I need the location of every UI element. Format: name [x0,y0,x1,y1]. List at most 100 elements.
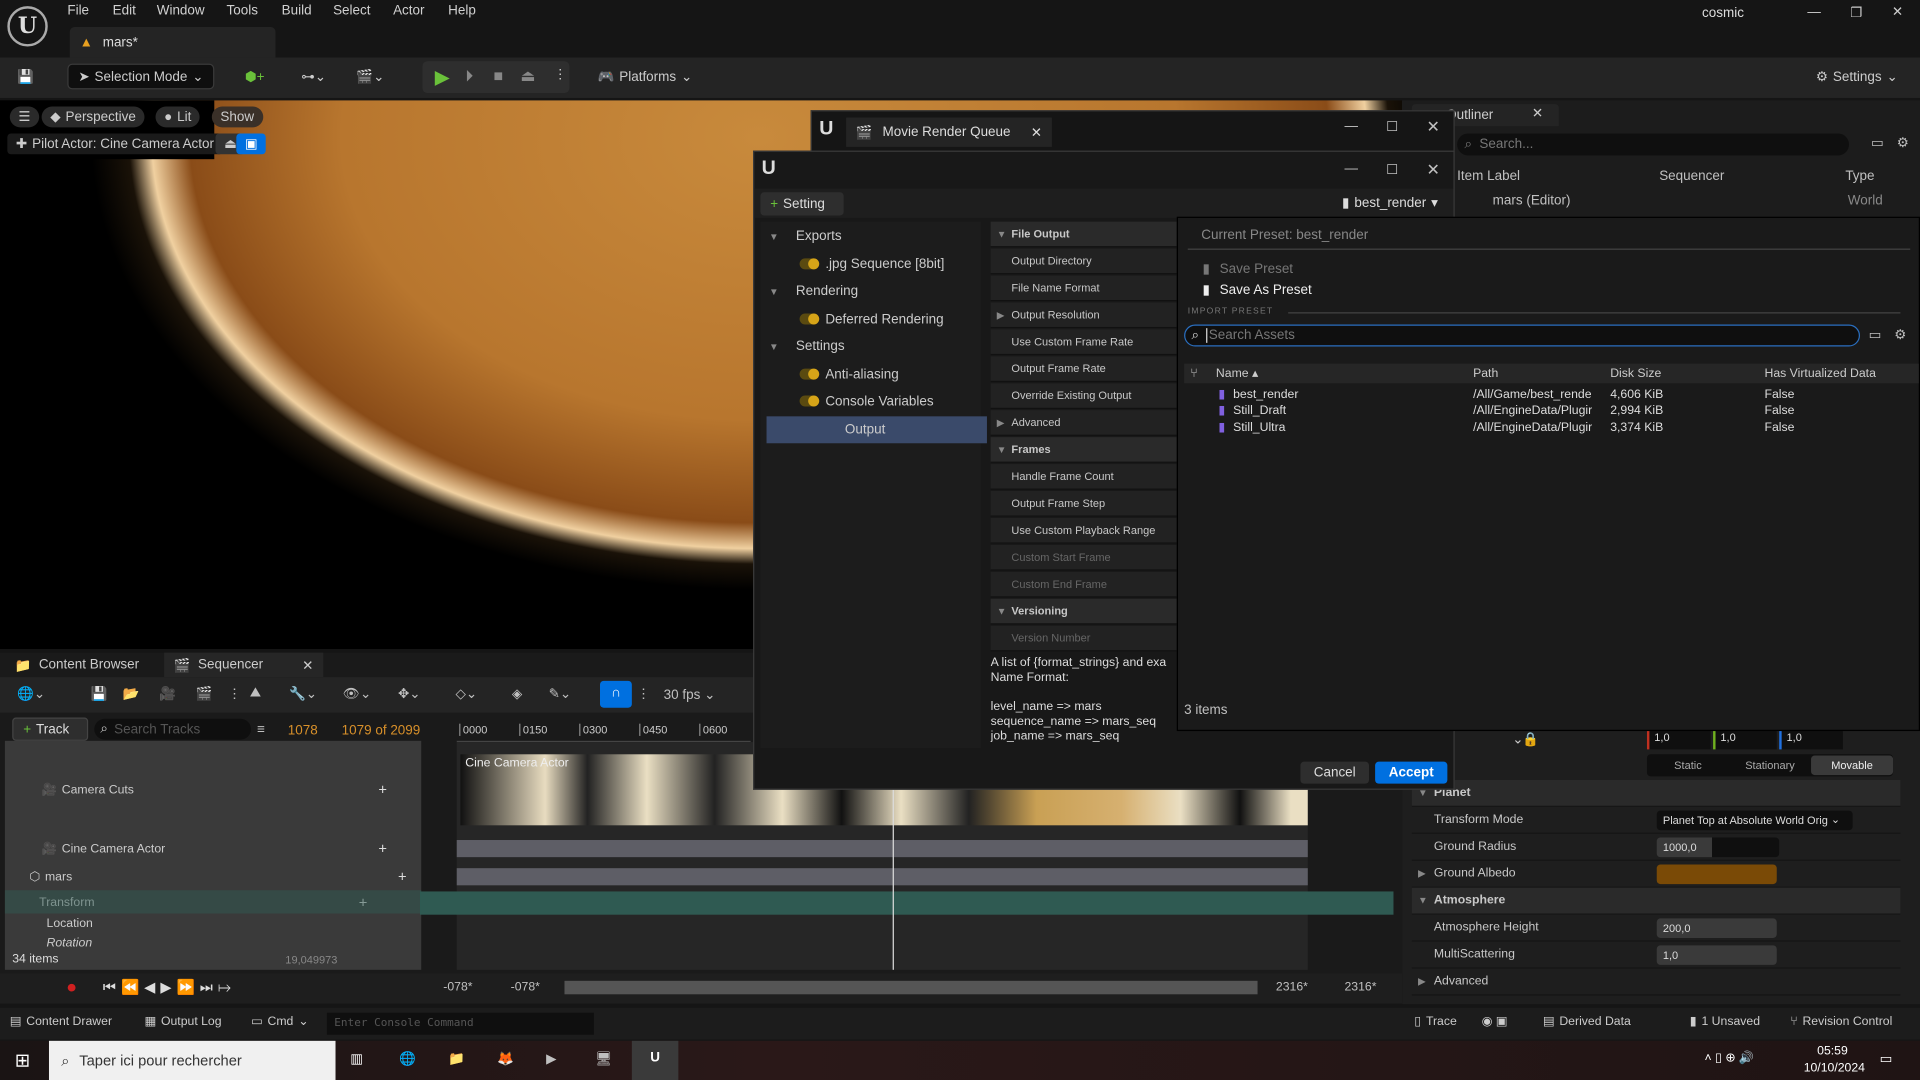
settings-list-settings[interactable]: ▼ Settings [767,333,987,360]
view-range-start[interactable]: -078* [443,981,472,994]
add-actor-icon[interactable]: ⬢+ [245,69,265,85]
property-advanced[interactable]: ▶ Advanced [990,410,1177,436]
app-icon[interactable]: 🖥 [595,1051,612,1067]
menu-help[interactable]: Help [448,4,476,19]
more-icon[interactable]: ⋮ [553,66,566,82]
playback-controls-icon[interactable]: ⏮⏪◀▶⏩⏭↦ [103,978,236,996]
menu-tools[interactable]: Tools [227,4,258,19]
asset-row[interactable]: ▮ Still_Ultra/All/EngineData/Plugir 3,374 … [1184,421,1919,437]
perspective-button[interactable]: ◆ Perspective [41,106,145,128]
close-icon[interactable]: ✕ [1532,105,1543,122]
taskbar-search-input[interactable]: ⌕ Taper ici pour rechercher [48,1040,336,1080]
menu-select[interactable]: Select [333,4,370,19]
enable-toggle[interactable] [799,312,820,324]
track-rotation[interactable]: Rotation [47,937,93,950]
gear-icon[interactable]: ⚙ [1894,327,1906,343]
property-use-custom-frame-rate[interactable]: Use Custom Frame Rate [990,329,1177,356]
enable-toggle[interactable] [799,367,820,379]
render-icon[interactable]: 🎬 [196,686,213,702]
snap-magnet-icon[interactable]: ∩ [600,680,632,708]
menu-edit[interactable]: Edit [113,4,136,19]
track-mars[interactable]: ⬡ mars [29,871,72,884]
property-use-custom-playback-range[interactable]: Use Custom Playback Range [990,517,1177,544]
outliner-search-input[interactable]: ⌕ Search... [1457,133,1849,156]
minimize-icon[interactable]: — [1345,162,1358,177]
asset-row[interactable]: ▮ best_render/All/Game/best_rende 4,606 Ki… [1184,388,1919,404]
color-component-field[interactable]: 1,0 [1713,731,1777,750]
fps-dropdown[interactable]: 30 fps ⌄ [664,687,716,703]
advanced-row[interactable]: ▶ Advanced [1411,969,1901,996]
record-icon[interactable]: ◉ ▣ [1482,1015,1508,1028]
transform-bar[interactable] [420,891,1394,915]
viewport-menu-icon[interactable]: ☰ [9,106,40,128]
mars-bar[interactable] [456,868,1308,886]
save-icon[interactable]: 💾 [17,69,34,85]
track-camera-cuts[interactable]: 🎥 Camera Cuts [42,784,134,797]
property-file-name-format[interactable]: File Name Format [990,275,1177,302]
cinematics-icon[interactable]: 🎬⌄ [356,69,384,85]
save-icon[interactable]: 💾 [91,686,108,702]
firefox-icon[interactable]: 🦊 [497,1051,514,1067]
save-as-preset-button[interactable]: ▮ Save As Preset [1202,282,1311,297]
property-custom-start-frame[interactable]: Custom Start Frame [990,544,1177,571]
menu-actor[interactable]: Actor [393,4,424,19]
system-tray-icons[interactable]: ˄ ▯ ⊕ 🔊 [1705,1052,1755,1065]
color-component-field[interactable]: 1,0 [1779,731,1843,750]
eye-icon[interactable]: 👁⌄ [343,686,371,702]
asset-row[interactable]: ▮ Still_Draft/All/EngineData/Plugir 2,994 … [1184,404,1919,420]
settings-list-output[interactable]: Output [766,415,987,443]
column-type[interactable]: Type [1845,169,1874,184]
property-handle-frame-count[interactable]: Handle Frame Count [990,464,1177,490]
column-sequencer[interactable]: Sequencer [1659,169,1724,184]
close-icon[interactable]: ✕ [302,657,313,673]
save-preset-button[interactable]: ▮ Save Preset [1202,261,1293,276]
media-player-icon[interactable]: ▶ [546,1051,556,1067]
close-icon[interactable]: ✕ [1427,160,1440,180]
property-versioning[interactable]: ▼ Versioning [990,598,1177,625]
edge-icon[interactable]: 🌐 [399,1051,416,1067]
property-output-directory[interactable]: Output Directory [990,248,1177,275]
color-component-field[interactable]: 1,0 [1646,731,1711,750]
property-custom-end-frame[interactable]: Custom End Frame [990,571,1177,598]
notifications-icon[interactable]: ▭ [1880,1051,1893,1067]
camera-lock-icon[interactable]: ▣ [236,133,267,155]
key-icon[interactable]: ◇⌄ [456,686,478,702]
time-ruler[interactable]: 0000 0150 0300 0450 0600 [456,718,751,743]
record-icon[interactable]: ⏺ [67,977,76,998]
pilot-actor-label[interactable]: ✚ Pilot Actor: Cine Camera Actor [7,133,223,155]
gear-icon[interactable]: ⚙ [1897,135,1909,151]
lock-icon[interactable]: 🔒 [1522,731,1539,747]
keyframe-icon[interactable]: ◈ [512,686,522,702]
track-location[interactable]: Location [47,917,93,930]
mobility-option-stationary[interactable]: Stationary [1729,756,1811,776]
property-output-frame-step[interactable]: Output Frame Step [990,491,1177,517]
revision-control-button[interactable]: ⑂ Revision Control [1790,1015,1892,1028]
ground-albedo-swatch[interactable] [1656,863,1777,884]
menu-window[interactable]: Window [157,4,205,19]
settings-list-console-variables[interactable]: Console Variables [767,388,987,415]
console-command-input[interactable]: Enter Console Command [326,1012,594,1035]
blueprint-icon[interactable]: ⊶⌄ [301,69,326,85]
lit-button[interactable]: ● Lit [155,106,200,128]
tab-content-browser[interactable]: 📁 Content Browser [5,653,149,677]
preset-dropdown[interactable]: ▮ best_render ▾ [1342,195,1438,210]
more-icon[interactable]: ⋮ [637,686,650,702]
atmosphere-height-input[interactable]: 200,0 [1656,917,1777,938]
add-icon[interactable]: + [398,868,407,885]
enable-toggle[interactable] [799,257,820,269]
pen-icon[interactable]: ✎⌄ [549,686,572,702]
content-drawer-button[interactable]: ▤ Content Drawer [10,1015,112,1028]
property-frames[interactable]: ▼ Frames [990,437,1177,463]
camera-icon[interactable]: 🎥 [159,686,176,702]
world-icon[interactable]: 🌐⌄ [17,686,45,702]
outliner-row-mars[interactable]: mars (Editor) [1493,193,1571,208]
property-override-existing-output[interactable]: Override Existing Output [990,383,1177,409]
add-icon[interactable]: + [378,781,387,798]
property-version-number[interactable]: Version Number [990,625,1177,652]
column-name[interactable]: Name ▴ [1216,364,1258,384]
column-item-label[interactable]: Item Label [1457,169,1520,184]
mobility-option-static[interactable]: Static [1647,756,1729,776]
minimize-icon[interactable]: — [1807,5,1820,20]
task-view-icon[interactable]: ▥ [350,1051,363,1067]
derived-data-button[interactable]: ▤ Derived Data [1543,1015,1631,1028]
